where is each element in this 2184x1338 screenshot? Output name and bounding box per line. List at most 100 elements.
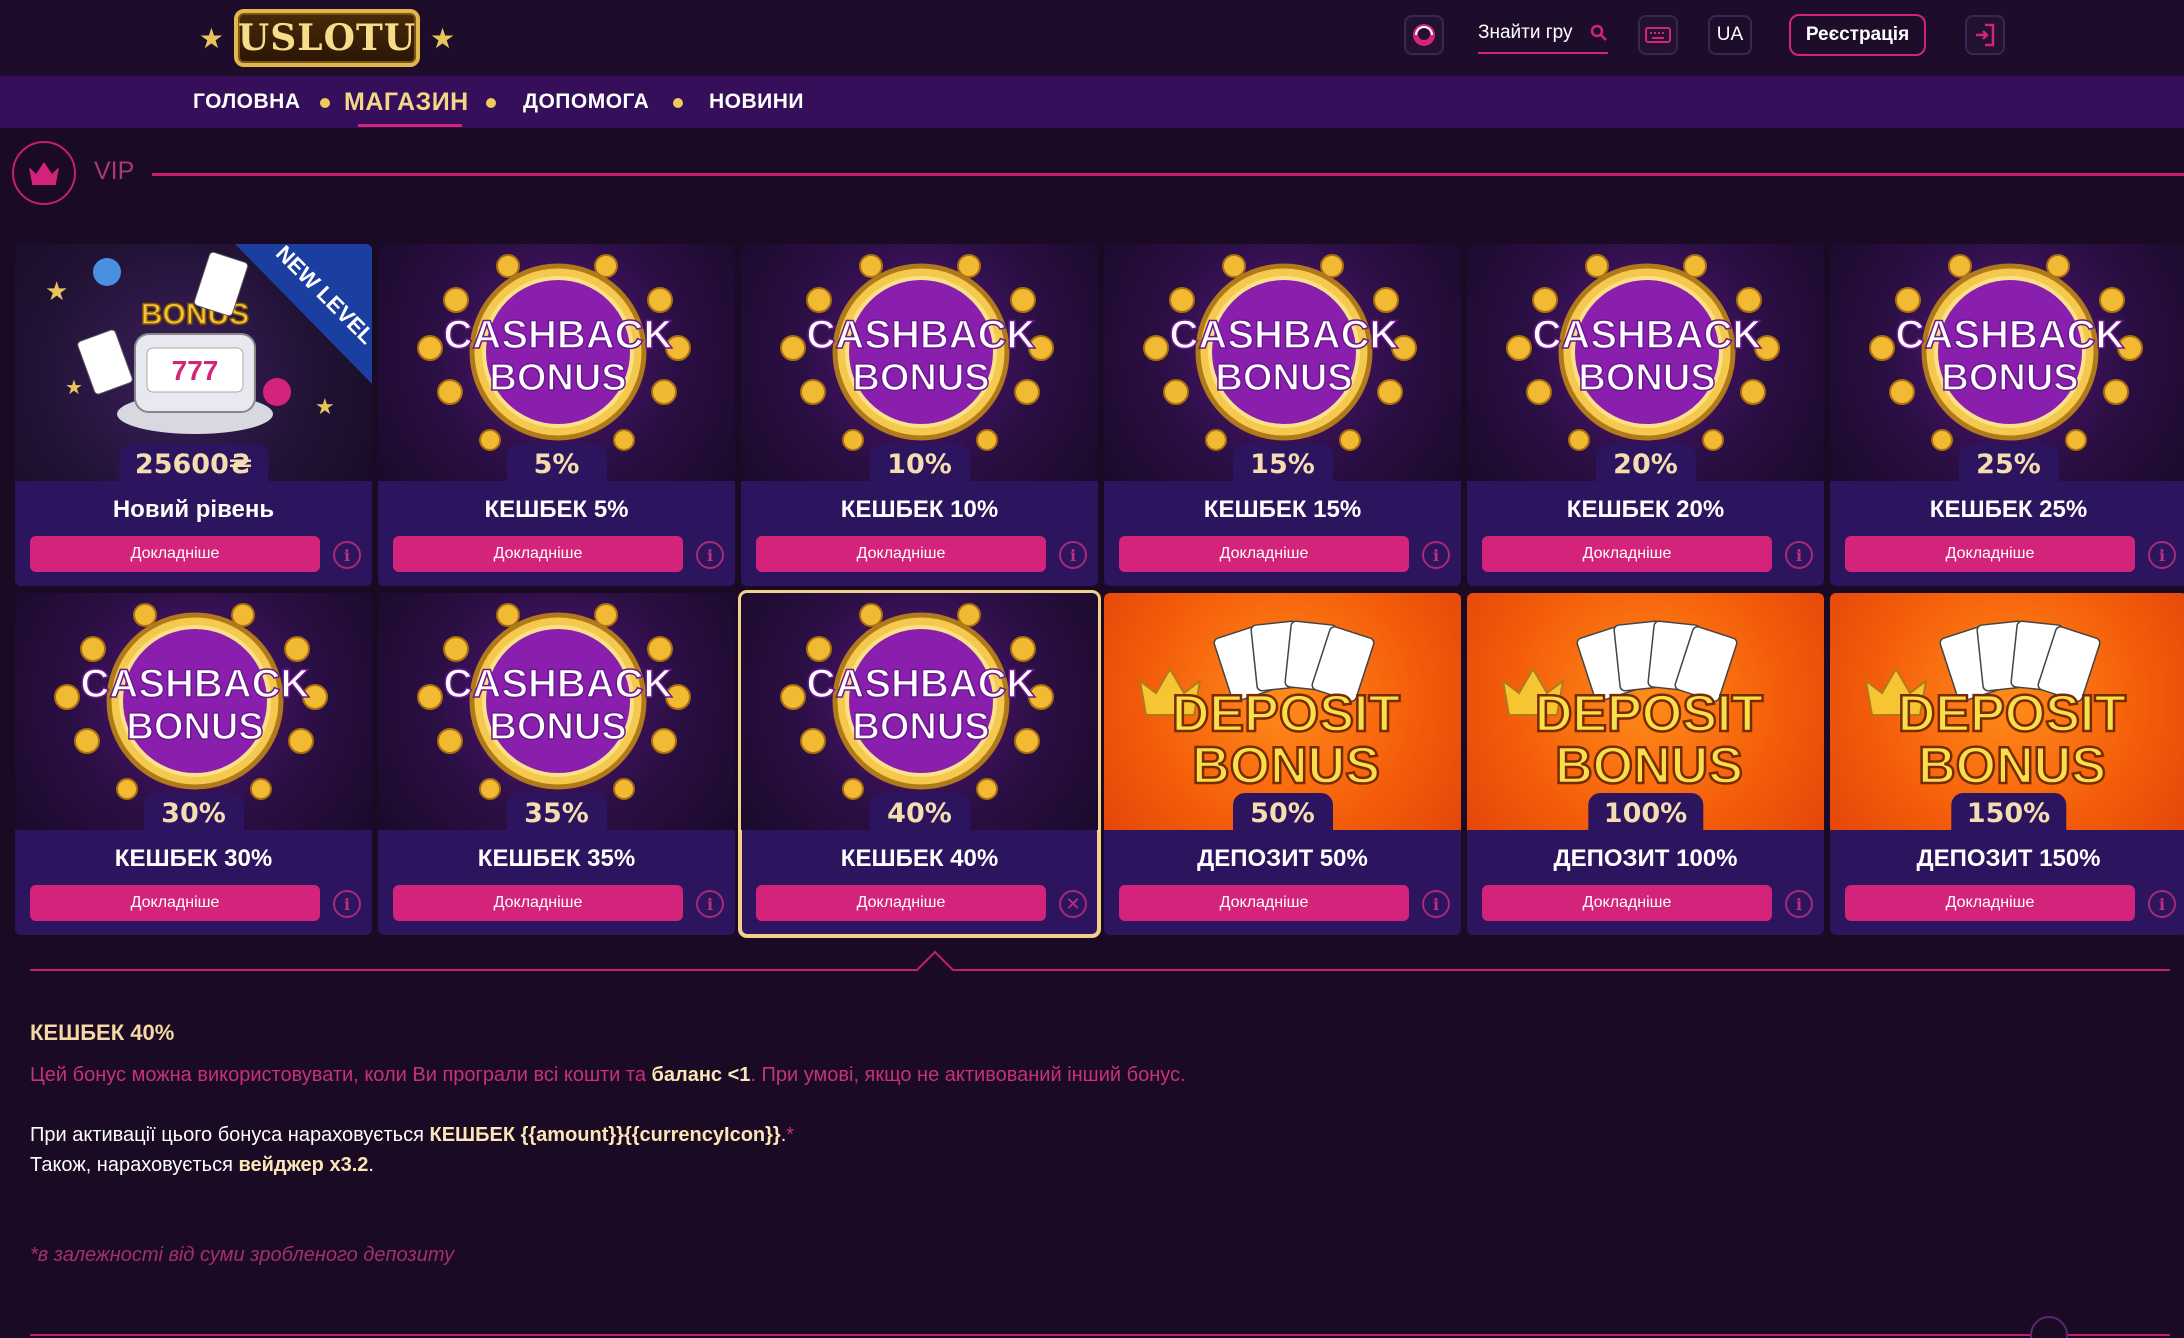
info-icon[interactable]: i [2148, 541, 2176, 569]
nav-label: ГОЛОВНА [193, 90, 301, 113]
vip-crown-badge [12, 141, 76, 205]
register-label: Реєстрація [1805, 24, 1910, 45]
nav-label: ДОПОМОГА [523, 90, 650, 113]
search-input[interactable]: Знайти гру [1478, 14, 1608, 54]
crown-icon [29, 162, 59, 185]
details-button[interactable]: Докладніше [30, 885, 320, 921]
bonus-title: КЕШБЕК 30% [114, 845, 273, 872]
svg-text:DEPOSIT: DEPOSIT [1172, 685, 1400, 743]
svg-text:CASHBACK: CASHBACK [444, 662, 673, 706]
search-placeholder: Знайти гру [1478, 22, 1573, 43]
details-reward: При активації цього бонуса нараховується… [30, 1124, 794, 1147]
details-text: Також, нараховується [30, 1154, 239, 1176]
bonus-card[interactable]: CASHBACK BONUS 25% КЕШБЕК 25% Докладніше i [1830, 244, 2184, 586]
bonus-value-badge: 15% [1232, 444, 1333, 484]
bonus-card[interactable]: DEPOSIT BONUS 50% ДЕПОЗИТ 50% Докладніше i [1104, 593, 1461, 935]
search-icon [1590, 24, 1607, 41]
svg-text:BONUS: BONUS [1192, 737, 1380, 795]
info-icon[interactable]: i [1059, 541, 1087, 569]
bonus-value-badge: 20% [1595, 444, 1696, 484]
bonus-title: ДЕПОЗИТ 50% [1197, 845, 1368, 872]
close-icon[interactable]: ✕ [1059, 890, 1087, 918]
bonus-value-badge: 50% [1232, 793, 1333, 833]
svg-text:DEPOSIT: DEPOSIT [1535, 685, 1763, 743]
bonus-card[interactable]: CASHBACK BONUS 40% КЕШБЕК 40% Докладніше ✕ [738, 590, 1101, 938]
svg-text:BONUS: BONUS [489, 357, 626, 399]
bonus-card[interactable]: CASHBACK BONUS 35% КЕШБЕК 35% Докладніше i [378, 593, 735, 935]
bonus-card[interactable]: CASHBACK BONUS 10% КЕШБЕК 10% Докладніше i [741, 244, 1098, 586]
top-bar: ★ USLOTU ★ Знайти гру UA Реєстрація [0, 0, 2184, 76]
svg-text:CASHBACK: CASHBACK [444, 313, 673, 357]
svg-text:CASHBACK: CASHBACK [81, 662, 310, 706]
logo-text: USLOTU [237, 17, 417, 59]
details-button[interactable]: Докладніше [1845, 885, 2135, 921]
info-icon[interactable]: i [1785, 541, 1813, 569]
nav-label: МАГАЗИН [344, 87, 469, 116]
bonus-card[interactable]: NEW LEVEL 777 BONUS ★ ★ ★ 25600₴ Новий ріве… [15, 244, 372, 586]
info-icon[interactable]: i [333, 541, 361, 569]
bonus-value-badge: 35% [506, 793, 607, 833]
site-logo[interactable]: ★ USLOTU ★ [192, 8, 462, 68]
svg-text:CASHBACK: CASHBACK [807, 313, 1036, 357]
bonus-card[interactable]: CASHBACK BONUS 5% КЕШБЕК 5% Докладніше i [378, 244, 735, 586]
details-divider [30, 969, 2170, 971]
info-icon[interactable]: i [696, 541, 724, 569]
language-selector[interactable]: UA [1708, 15, 1752, 55]
info-icon[interactable]: i [1785, 890, 1813, 918]
bonus-card[interactable]: CASHBACK BONUS 15% КЕШБЕК 15% Докладніше i [1104, 244, 1461, 586]
details-button[interactable]: Докладніше [1482, 885, 1772, 921]
svg-text:CASHBACK: CASHBACK [1896, 313, 2125, 357]
svg-text:BONUS: BONUS [1215, 357, 1352, 399]
details-button[interactable]: Докладніше [1482, 536, 1772, 572]
bonus-card[interactable]: DEPOSIT BONUS 150% ДЕПОЗИТ 150% Докладніше… [1830, 593, 2184, 935]
details-button[interactable]: Докладніше [393, 536, 683, 572]
nav-item-shop[interactable]: МАГАЗИН [344, 76, 469, 128]
info-icon[interactable]: i [1422, 890, 1450, 918]
info-icon[interactable]: i [696, 890, 724, 918]
details-footnote: *в залежності від суми зробленого депози… [30, 1244, 455, 1266]
bonus-card[interactable]: CASHBACK BONUS 20% КЕШБЕК 20% Докладніше i [1467, 244, 1824, 586]
details-button[interactable]: Докладніше [756, 536, 1046, 572]
nav-separator-dot [673, 98, 683, 108]
bonus-card[interactable]: CASHBACK BONUS 30% КЕШБЕК 30% Докладніше i [15, 593, 372, 935]
bonus-value-badge: 25% [1958, 444, 2059, 484]
info-icon[interactable]: i [2148, 890, 2176, 918]
nav-item-home[interactable]: ГОЛОВНА [193, 76, 301, 128]
details-condition: Цей бонус можна використовувати, коли Ви… [30, 1064, 1186, 1087]
svg-text:CASHBACK: CASHBACK [1533, 313, 1762, 357]
info-icon[interactable]: i [333, 890, 361, 918]
info-icon[interactable]: i [1422, 541, 1450, 569]
svg-text:CASHBACK: CASHBACK [1170, 313, 1399, 357]
svg-text:BONUS: BONUS [126, 706, 263, 748]
scroll-up-button[interactable] [2030, 1316, 2068, 1338]
details-wager: Також, нараховується вейджер x3.2. [30, 1154, 374, 1177]
logo-plate: USLOTU [234, 9, 420, 67]
details-button[interactable]: Докладніше [756, 885, 1046, 921]
register-button[interactable]: Реєстрація [1789, 14, 1926, 56]
svg-text:BONUS: BONUS [852, 706, 989, 748]
svg-text:777: 777 [172, 355, 219, 386]
details-button[interactable]: Докладніше [393, 885, 683, 921]
details-highlight: вейджер x3.2 [238, 1154, 369, 1176]
svg-text:BONUS: BONUS [1941, 357, 2078, 399]
keyboard-button[interactable] [1638, 15, 1678, 55]
nav-item-help[interactable]: ДОПОМОГА [523, 76, 649, 128]
bonus-title: КЕШБЕК 5% [484, 496, 629, 523]
support-button[interactable] [1404, 15, 1444, 55]
bonus-value-badge: 10% [869, 444, 970, 484]
details-text: Цей бонус можна використовувати, коли Ви… [30, 1064, 652, 1086]
bonus-card[interactable]: DEPOSIT BONUS 100% ДЕПОЗИТ 100% Докладніше… [1467, 593, 1824, 935]
details-button[interactable]: Докладніше [30, 536, 320, 572]
login-button[interactable] [1965, 15, 2005, 55]
details-button[interactable]: Докладніше [1845, 536, 2135, 572]
bonus-value-badge: 25600₴ [118, 444, 269, 484]
nav-item-news[interactable]: НОВИНИ [709, 76, 804, 128]
svg-text:★: ★ [65, 377, 83, 399]
star-icon: ★ [198, 22, 224, 54]
details-text: . При умові, якщо не активований інший б… [750, 1064, 1186, 1086]
details-button[interactable]: Докладніше [1119, 885, 1409, 921]
details-title: КЕШБЕК 40% [30, 1020, 175, 1045]
details-button[interactable]: Докладніше [1119, 536, 1409, 572]
bonus-title: КЕШБЕК 10% [840, 496, 999, 523]
bonus-title: ДЕПОЗИТ 100% [1553, 845, 1738, 872]
